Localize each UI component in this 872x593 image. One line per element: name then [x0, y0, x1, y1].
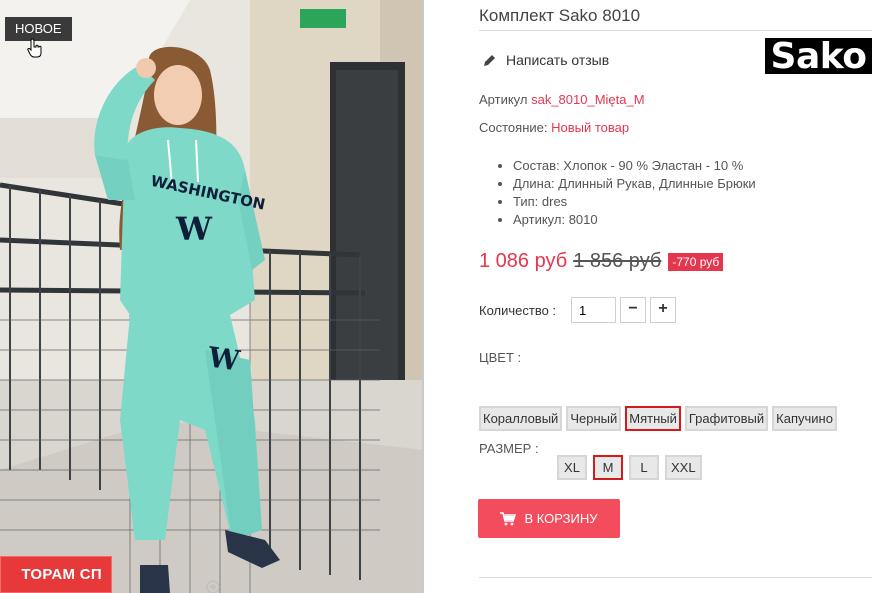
current-price: 1 086 руб [479, 250, 568, 272]
condition-label: Состояние: [479, 120, 548, 135]
color-option-cappuccino[interactable]: Капучино [772, 406, 837, 431]
pencil-icon [484, 54, 495, 66]
condition-row: Состояние: Новый товар [479, 120, 629, 135]
sku-label: Артикул [479, 92, 528, 107]
pants-print-letter: W [205, 340, 242, 377]
photo-scene: WASHINGTON W W [0, 0, 422, 593]
brand-logo[interactable]: Sako [765, 38, 872, 76]
color-options: Коралловый Черный Мятный Графитовый Капу… [479, 406, 837, 431]
spec-item: Состав: Хлопок - 90 % Эластан - 10 % [513, 157, 756, 175]
size-option-m[interactable]: M [593, 455, 623, 480]
sku-row: Артикул sak_8010_Mięta_M [479, 92, 645, 107]
spec-list: Состав: Хлопок - 90 % Эластан - 10 % Дли… [513, 157, 756, 229]
spec-item: Длина: Длинный Рукав, Длинные Брюки [513, 175, 756, 193]
shirt-print-letter: W [175, 210, 213, 248]
write-review-link[interactable]: Написать отзыв [483, 52, 609, 68]
size-label: РАЗМЕР : [479, 441, 539, 456]
write-review-label: Написать отзыв [506, 52, 610, 68]
sku-value: sak_8010_Mięta_M [531, 92, 645, 107]
product-title: Комплект Sako 8010 [479, 6, 641, 25]
size-options: XL M L XXL [557, 455, 702, 480]
promo-banner[interactable]: ТОРАМ СП [0, 556, 112, 593]
title-divider [479, 30, 872, 31]
color-option-black[interactable]: Черный [566, 406, 622, 431]
add-to-cart-button[interactable]: В КОРЗИНУ [478, 499, 620, 538]
quantity-decrease-button[interactable]: − [620, 297, 646, 323]
add-to-cart-label: В КОРЗИНУ [524, 511, 598, 526]
color-option-graphite[interactable]: Графитовый [684, 406, 769, 431]
hand-cursor-icon [27, 38, 42, 58]
quantity-label: Количество : [479, 303, 557, 318]
condition-value: Новый товар [551, 120, 630, 135]
old-price: 1 856 руб [573, 250, 662, 272]
price-block: 1 086 руб 1 856 руб -770 руб [479, 250, 724, 273]
bottom-divider [479, 577, 872, 578]
discount-badge: -770 руб [668, 252, 724, 271]
spec-item: Тип: dres [513, 193, 756, 211]
product-photo[interactable]: WASHINGTON W W НОВОЕ ТОРАМ СП [0, 0, 424, 593]
size-option-l[interactable]: L [629, 455, 659, 480]
spec-item: Артикул: 8010 [513, 211, 756, 229]
color-label: ЦВЕТ : [479, 350, 522, 365]
color-option-coral[interactable]: Коралловый [479, 406, 563, 431]
zoom-icon[interactable] [205, 579, 221, 593]
size-option-xxl[interactable]: XXL [665, 455, 702, 480]
cart-icon [500, 511, 517, 525]
color-option-mint[interactable]: Мятный [625, 406, 681, 431]
product-info: Комплект Sako 8010 Написать отзыв Sako А… [478, 0, 872, 593]
quantity-input[interactable] [571, 297, 616, 323]
size-option-xl[interactable]: XL [557, 455, 587, 480]
quantity-increase-button[interactable]: + [650, 297, 676, 323]
